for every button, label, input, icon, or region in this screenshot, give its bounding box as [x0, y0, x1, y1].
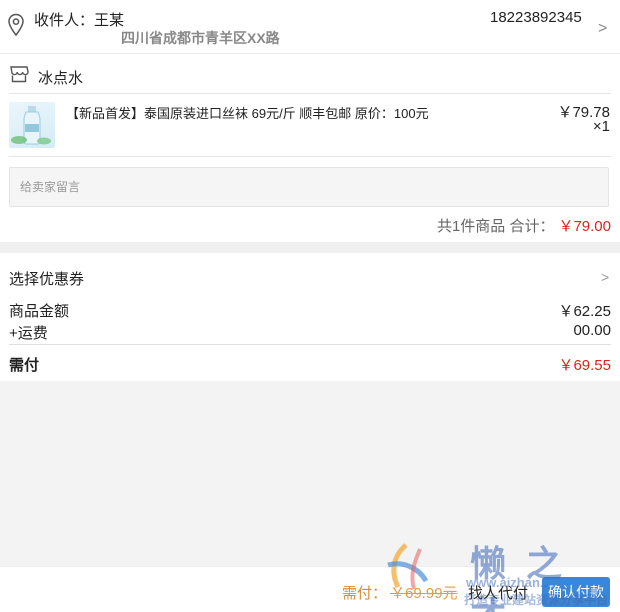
bottom-due-amount: ￥69.99元 — [390, 585, 458, 602]
shipping-value: 00.00 — [573, 322, 611, 339]
shop-header: 冰点水 — [0, 55, 620, 95]
bottom-due-label: 需付： — [342, 585, 388, 602]
product-title: 【新品首发】泰国原装进口丝袜 69元/斤 顺丰包邮 原价：100元 — [66, 106, 429, 121]
amount-due-label: 需付 — [9, 357, 40, 374]
divider — [9, 344, 611, 345]
shop-icon — [10, 66, 29, 83]
coupon-label: 选择优惠券 — [9, 271, 85, 288]
address-section[interactable]: 收件人：王某 18223892345 四川省成都市青羊区XX路 > — [0, 0, 620, 54]
goods-amount-row: 商品金额 ￥62.25 — [0, 298, 620, 320]
coupon-selector[interactable]: 选择优惠券 > — [0, 253, 620, 298]
recipient-name: 收件人：王某 — [34, 12, 125, 29]
amount-due-value: ￥69.55 — [558, 357, 611, 374]
shipping-row: +运费 00.00 — [0, 320, 620, 342]
confirm-payment-button[interactable]: 确认付款 — [542, 577, 610, 607]
subtotal-amount: ￥79.00 — [558, 218, 611, 235]
product-item[interactable]: 【新品首发】泰国原装进口丝袜 69元/斤 顺丰包邮 原价：100元 ￥79.78… — [0, 94, 620, 156]
subtotal-label: 共1件商品 合计： — [436, 218, 555, 235]
location-pin-icon — [8, 13, 24, 37]
product-quantity: ×1 — [592, 118, 610, 135]
bottle-image-icon — [11, 106, 51, 145]
seller-message-input[interactable] — [9, 167, 609, 207]
empty-area — [0, 381, 620, 566]
divider — [9, 156, 611, 157]
order-subtotal: 共1件商品 合计： ￥79.00 — [437, 215, 611, 236]
shipping-label: +运费 — [9, 325, 48, 342]
pay-by-friend-button[interactable]: 找人代付 — [462, 579, 534, 605]
delivery-address: 四川省成都市青羊区XX路 — [121, 30, 280, 46]
goods-amount-label: 商品金额 — [9, 303, 70, 320]
goods-amount-value: ￥62.25 — [558, 303, 611, 320]
recipient-phone: 18223892345 — [490, 9, 582, 26]
shop-name: 冰点水 — [38, 70, 84, 87]
amount-due-row: 需付 ￥69.55 — [0, 352, 620, 374]
section-gap — [0, 242, 620, 253]
chevron-right-icon: > — [598, 20, 608, 37]
chevron-right-icon: > — [601, 269, 610, 285]
product-thumbnail — [9, 102, 55, 148]
bottom-action-bar: 需付： ￥69.99元 找人代付 确认付款 — [0, 566, 620, 612]
